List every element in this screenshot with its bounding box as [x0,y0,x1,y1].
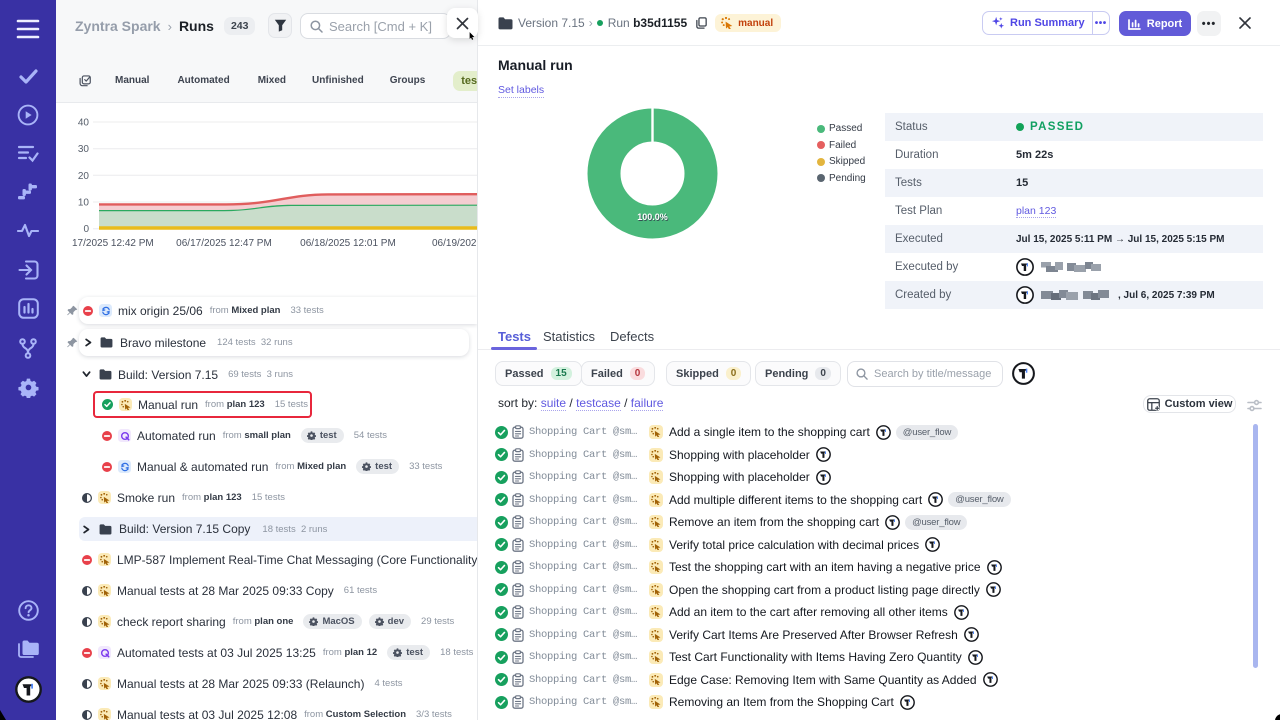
svg-text:20: 20 [78,171,90,182]
svg-text:0: 0 [83,224,89,235]
svg-text:06/17/2025 12:47 PM: 06/17/2025 12:47 PM [176,238,272,249]
svg-text:10: 10 [78,198,90,209]
svg-text:100.0%: 100.0% [637,212,668,222]
svg-text:06/19/2025: 06/19/2025 [432,238,477,249]
svg-text:40: 40 [78,118,90,129]
svg-text:30: 30 [78,144,90,155]
svg-text:06/18/2025 12:01 PM: 06/18/2025 12:01 PM [300,238,396,249]
svg-text:17/2025 12:42 PM: 17/2025 12:42 PM [72,238,154,249]
